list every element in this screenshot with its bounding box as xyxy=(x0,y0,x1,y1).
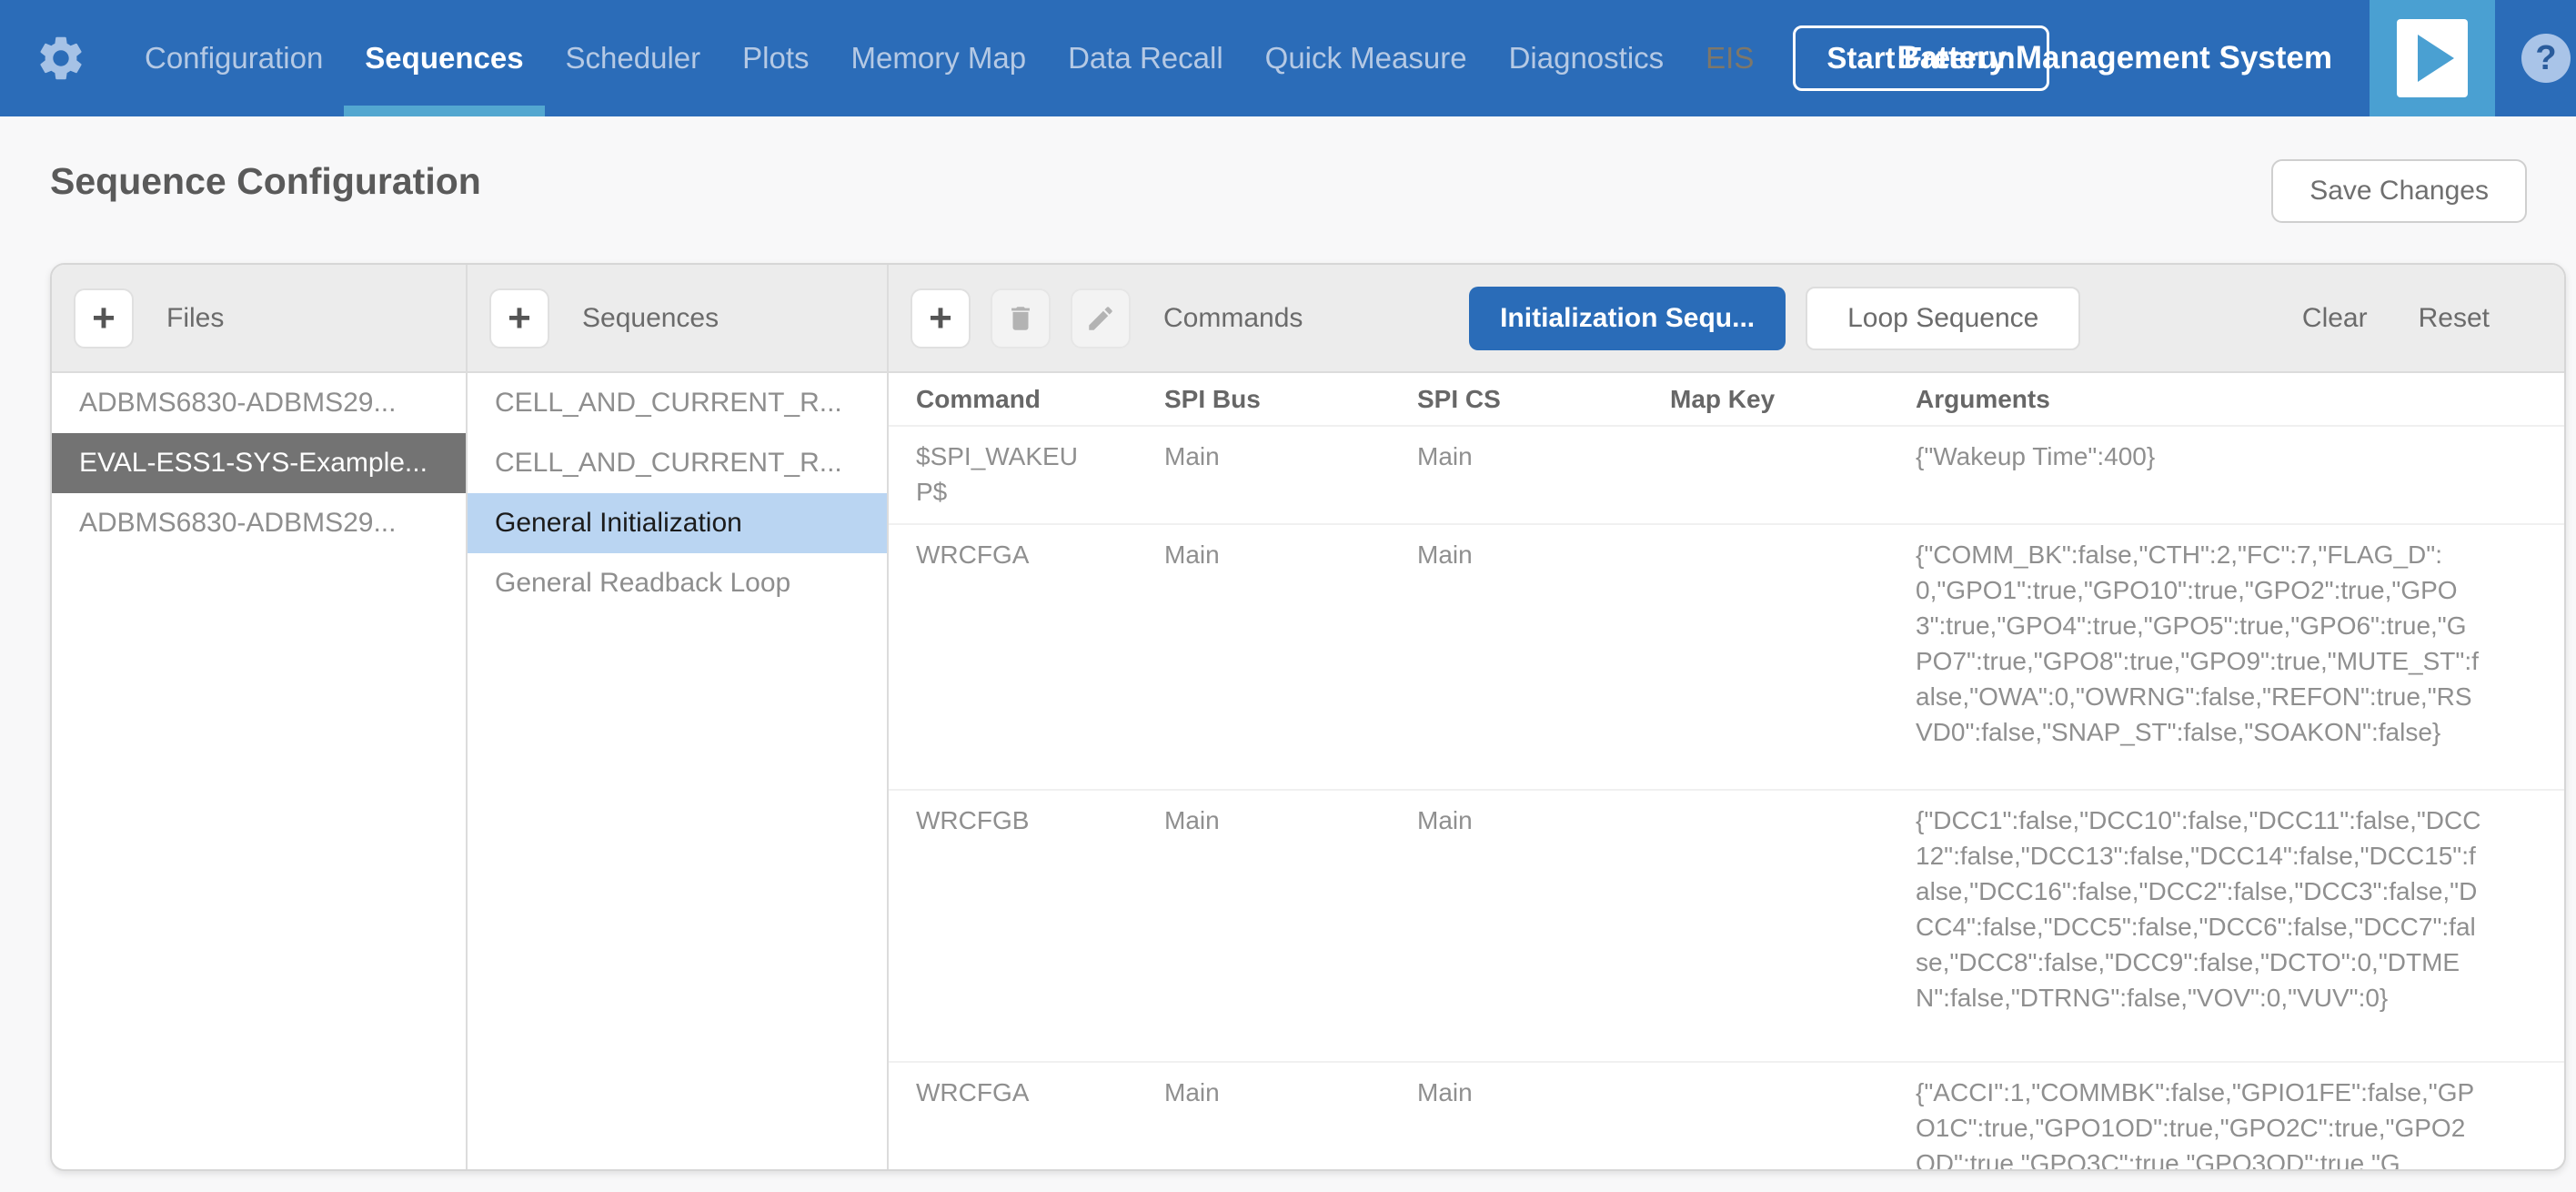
run-play-button[interactable] xyxy=(2370,0,2495,116)
column-header-command: Command xyxy=(916,385,1164,414)
sequences-list: CELL_AND_CURRENT_R...CELL_AND_CURRENT_R.… xyxy=(468,373,887,1169)
sequences-panel-header: + Sequences xyxy=(468,265,887,373)
add-command-button[interactable]: + xyxy=(911,288,971,349)
sequences-panel-title: Sequences xyxy=(582,303,719,334)
pencil-icon xyxy=(1085,303,1116,334)
nav-item-diagnostics[interactable]: Diagnostics xyxy=(1488,0,1685,116)
sequence-configuration-card: + Files ADBMS6830-ADBMS29...EVAL-ESS1-SY… xyxy=(50,263,2566,1171)
commands-toolbar: + Commands Initialization Sequ... Loop S… xyxy=(889,265,2564,373)
files-list: ADBMS6830-ADBMS29...EVAL-ESS1-SYS-Exampl… xyxy=(52,373,466,1169)
commands-table-body: $SPI_WAKEUP$MainMain{"Wakeup Time":400}W… xyxy=(889,427,2564,1169)
cell-spi-bus: Main xyxy=(1164,1075,1417,1110)
commands-panel-title: Commands xyxy=(1163,303,1303,334)
delete-command-button[interactable] xyxy=(991,288,1051,349)
cell-command: $SPI_WAKEUP$ xyxy=(916,439,1105,510)
cell-spi-cs: Main xyxy=(1417,1075,1670,1110)
cell-command: WRCFGA xyxy=(916,1075,1105,1110)
cell-spi-cs: Main xyxy=(1417,803,1670,838)
sequences-panel: + Sequences CELL_AND_CURRENT_R...CELL_AN… xyxy=(468,265,889,1169)
cell-spi-bus: Main xyxy=(1164,439,1417,474)
column-header-map-key: Map Key xyxy=(1670,385,1916,414)
column-header-arguments: Arguments xyxy=(1916,385,2564,414)
commands-panel: + Commands Initialization Sequ... Loop S… xyxy=(889,265,2564,1169)
column-header-spi-cs: SPI CS xyxy=(1417,385,1670,414)
clear-button[interactable]: Clear xyxy=(2302,303,2368,334)
files-panel: + Files ADBMS6830-ADBMS29...EVAL-ESS1-SY… xyxy=(52,265,468,1169)
nav-item-plots[interactable]: Plots xyxy=(721,0,830,116)
initialization-sequence-tab[interactable]: Initialization Sequ... xyxy=(1469,287,1786,350)
top-navbar: ConfigurationSequencesSchedulerPlotsMemo… xyxy=(0,0,2576,116)
file-list-item[interactable]: ADBMS6830-ADBMS29... xyxy=(52,373,466,433)
file-list-item[interactable]: ADBMS6830-ADBMS29... xyxy=(52,493,466,553)
nav-item-quick-measure[interactable]: Quick Measure xyxy=(1244,0,1488,116)
cell-args: {"ACCI":1,"COMMBK":false,"GPIO1FE":false… xyxy=(1916,1075,2505,1169)
command-row[interactable]: WRCFGA MainMain {"ACCI":1,"COMMBK":false,"… xyxy=(889,1061,2564,1169)
cell-spi-cs: Main xyxy=(1417,537,1670,572)
trash-icon xyxy=(1005,303,1036,334)
files-panel-title: Files xyxy=(166,303,224,334)
cell-args: {"DCC1":false,"DCC10":false,"DCC11":fals… xyxy=(1916,803,2505,1015)
nav-item-memory-map[interactable]: Memory Map xyxy=(830,0,1048,116)
page-header: Sequence Configuration Save Changes xyxy=(0,116,2576,263)
nav-item-data-recall[interactable]: Data Recall xyxy=(1047,0,1244,116)
play-icon xyxy=(2397,19,2468,97)
app-title: Battery Management System xyxy=(1897,0,2333,116)
help-icon[interactable]: ? xyxy=(2521,34,2571,83)
page-title: Sequence Configuration xyxy=(50,160,481,203)
cell-spi-bus: Main xyxy=(1164,537,1417,572)
files-panel-header: + Files xyxy=(52,265,466,373)
cell-command: WRCFGA xyxy=(916,537,1105,572)
cell-command: WRCFGB xyxy=(916,803,1105,838)
cell-spi-bus: Main xyxy=(1164,803,1417,838)
cell-args: {"Wakeup Time":400} xyxy=(1916,439,2505,474)
loop-sequence-tab[interactable]: Loop Sequence xyxy=(1806,287,2080,350)
nav-item-sequences[interactable]: Sequences xyxy=(344,0,544,116)
nav-item-eis[interactable]: EIS xyxy=(1685,0,1775,116)
commands-table-header: CommandSPI BusSPI CSMap KeyArguments xyxy=(889,373,2564,427)
command-row[interactable]: WRCFGB MainMain {"DCC1":false,"DCC10":fals… xyxy=(889,789,2564,1061)
edit-command-button[interactable] xyxy=(1071,288,1131,349)
sequence-list-item[interactable]: CELL_AND_CURRENT_R... xyxy=(468,373,887,433)
command-row[interactable]: $SPI_WAKEUP$ MainMain {"Wakeup Time":400} xyxy=(889,427,2564,523)
file-list-item[interactable]: EVAL-ESS1-SYS-Example... xyxy=(52,433,466,493)
sequence-list-item[interactable]: General Initialization xyxy=(468,493,887,553)
add-sequence-button[interactable]: + xyxy=(489,288,549,349)
nav-item-scheduler[interactable]: Scheduler xyxy=(545,0,722,116)
reset-button[interactable]: Reset xyxy=(2419,303,2490,334)
command-row[interactable]: WRCFGA MainMain {"COMM_BK":false,"CTH":2,"… xyxy=(889,523,2564,789)
cell-args: {"COMM_BK":false,"CTH":2,"FC":7,"FLAG_D"… xyxy=(1916,537,2505,750)
main-nav: ConfigurationSequencesSchedulerPlotsMemo… xyxy=(124,0,1775,116)
nav-item-configuration[interactable]: Configuration xyxy=(124,0,344,116)
sequence-list-item[interactable]: General Readback Loop xyxy=(468,553,887,613)
sequence-list-item[interactable]: CELL_AND_CURRENT_R... xyxy=(468,433,887,493)
add-file-button[interactable]: + xyxy=(74,288,134,349)
cell-spi-cs: Main xyxy=(1417,439,1670,474)
column-header-spi-bus: SPI Bus xyxy=(1164,385,1417,414)
save-changes-button[interactable]: Save Changes xyxy=(2271,159,2527,223)
settings-gear-icon[interactable] xyxy=(35,32,87,85)
